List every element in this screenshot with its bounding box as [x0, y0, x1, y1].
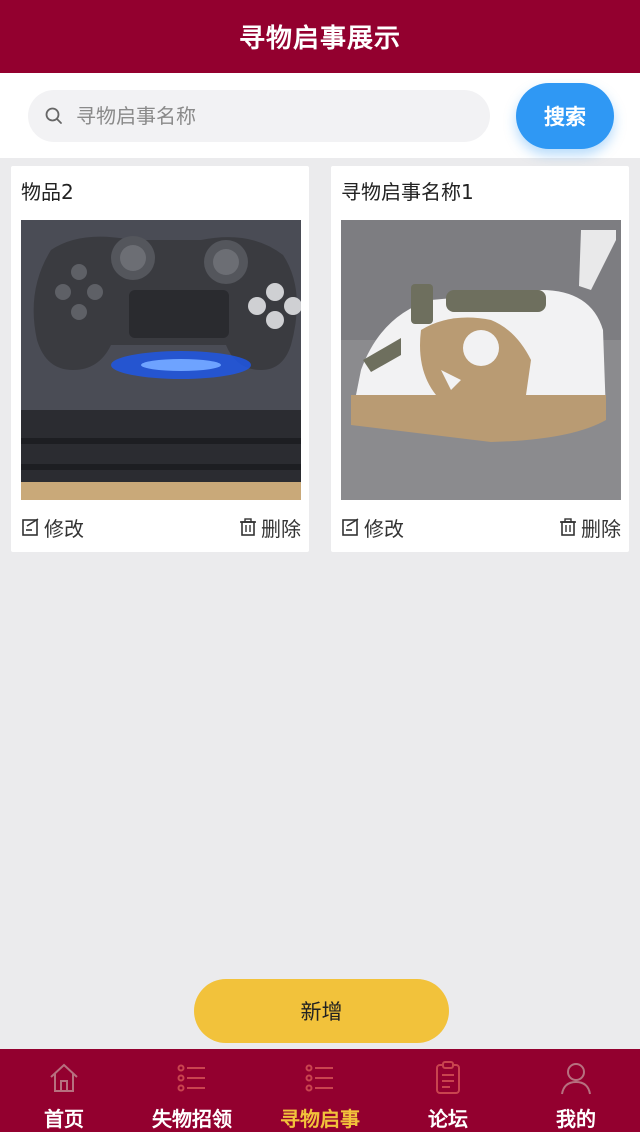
- item-actions: 修改 删除: [21, 512, 301, 542]
- edit-label: 修改: [364, 516, 404, 541]
- edit-button[interactable]: 修改: [341, 513, 404, 542]
- delete-label: 删除: [261, 516, 301, 541]
- trash-icon: [560, 518, 576, 536]
- page-title: 寻物启事展示: [238, 24, 401, 54]
- edit-icon: [342, 518, 359, 536]
- tab-mine[interactable]: 我的: [512, 1049, 640, 1132]
- delete-button[interactable]: 删除: [238, 513, 301, 542]
- tab-label: 我的: [556, 1107, 596, 1131]
- add-button[interactable]: 新增: [194, 979, 449, 1043]
- item-photo-game-controller[interactable]: [21, 220, 301, 500]
- tab-label: 寻物启事: [280, 1107, 360, 1131]
- tab-label: 论坛: [428, 1107, 468, 1131]
- delete-button[interactable]: 删除: [558, 513, 621, 542]
- search-input[interactable]: [76, 104, 456, 128]
- search-field[interactable]: [28, 90, 490, 142]
- search-bar: 搜索: [0, 73, 640, 158]
- edit-icon: [22, 518, 39, 536]
- item-card[interactable]: 寻物启事名称1 修改 删除: [331, 166, 629, 552]
- tab-label: 首页: [44, 1107, 84, 1131]
- item-photo-steam-iron[interactable]: [341, 220, 621, 500]
- list-icon: [303, 1061, 337, 1095]
- tab-lost-found[interactable]: 失物招领: [128, 1049, 256, 1132]
- add-button-label: 新增: [300, 1000, 343, 1024]
- item-title: 寻物启事名称1: [341, 180, 474, 204]
- item-actions: 修改 删除: [341, 512, 621, 542]
- edit-button[interactable]: 修改: [21, 513, 84, 542]
- clipboard-icon: [431, 1061, 465, 1095]
- item-card[interactable]: 物品2 修改 删除: [11, 166, 309, 552]
- trash-icon: [240, 518, 256, 536]
- search-icon: [44, 106, 64, 126]
- tab-home[interactable]: 首页: [0, 1049, 128, 1132]
- tab-label: 失物招领: [152, 1107, 232, 1131]
- edit-label: 修改: [44, 516, 84, 541]
- home-icon: [47, 1061, 81, 1095]
- user-icon: [559, 1061, 593, 1095]
- tab-forum[interactable]: 论坛: [384, 1049, 512, 1132]
- page-header: 寻物启事展示: [0, 0, 640, 73]
- list-icon: [175, 1061, 209, 1095]
- search-button[interactable]: 搜索: [516, 83, 614, 149]
- bottom-tab-bar: 首页 失物招领 寻物启事 论坛 我的: [0, 1049, 640, 1132]
- item-title: 物品2: [21, 180, 74, 204]
- delete-label: 删除: [581, 516, 621, 541]
- search-button-label: 搜索: [544, 105, 586, 129]
- tab-lost-notice[interactable]: 寻物启事: [256, 1049, 384, 1132]
